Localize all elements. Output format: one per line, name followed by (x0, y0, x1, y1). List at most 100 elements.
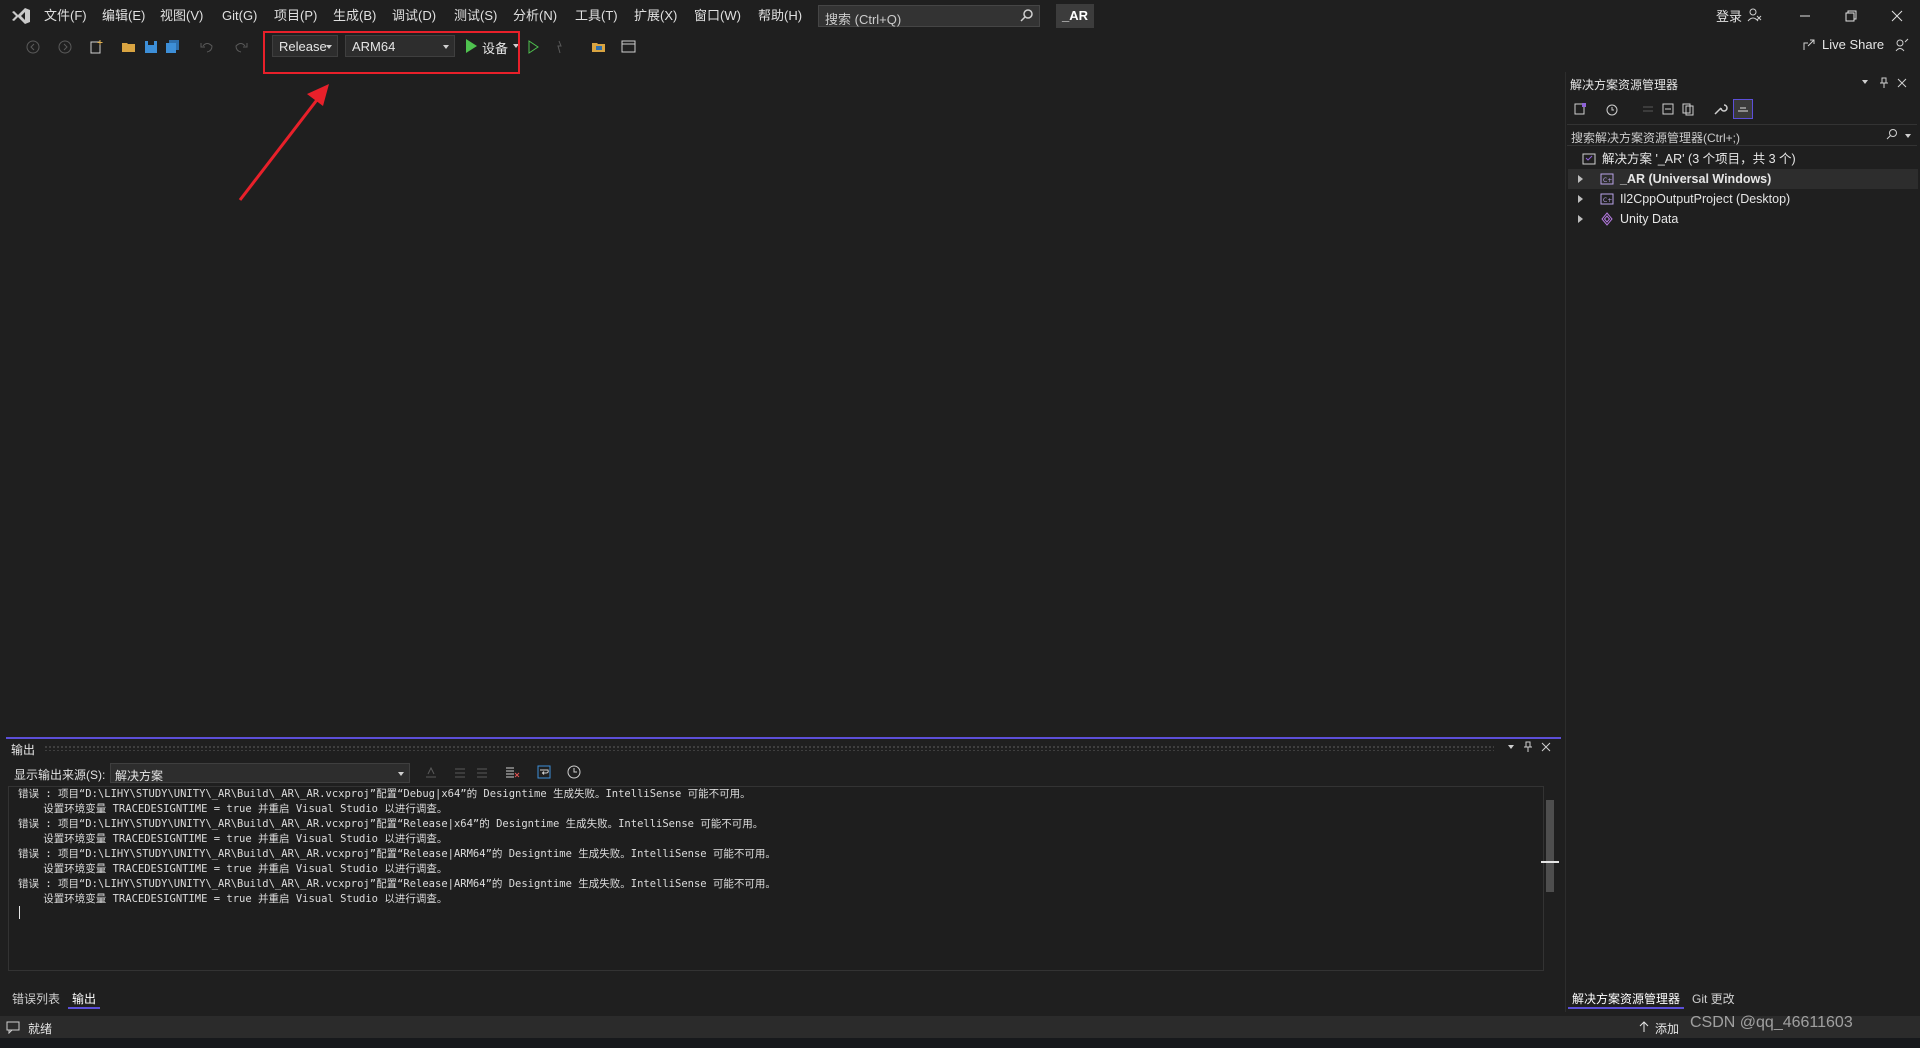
show-all-files-icon[interactable] (1680, 101, 1696, 117)
minimize-icon[interactable] (1782, 0, 1828, 32)
chevron-down-icon[interactable] (1862, 80, 1868, 84)
tab-git-changes[interactable]: Git 更改 (1688, 989, 1739, 1009)
pending-changes-filter-icon[interactable] (1604, 101, 1620, 117)
tab-error-list[interactable]: 错误列表 (8, 989, 64, 1009)
tree-item-il2cpp-project[interactable]: C+ Il2CppOutputProject (Desktop) (1568, 189, 1918, 209)
output-source-value: 解决方案 (115, 769, 164, 783)
solution-name-badge[interactable]: _AR (1056, 4, 1094, 28)
tree-item-unity-data[interactable]: Unity Data (1568, 209, 1918, 229)
output-line: 错误 : 项目“D:\LIHY\STUDY\UNITY\_AR\Build\_A… (18, 848, 776, 860)
menu-item[interactable]: 帮助(H) (756, 0, 804, 32)
output-line: 错误 : 项目“D:\LIHY\STUDY\UNITY\_AR\Build\_A… (18, 788, 751, 800)
output-source-select[interactable]: 解决方案 (110, 763, 410, 783)
watermark: CSDN @qq_46611603 (1690, 1014, 1853, 1031)
pin-icon[interactable] (1522, 741, 1534, 753)
global-search-input[interactable]: 搜索 (Ctrl+Q) (818, 5, 1040, 27)
chevron-down-icon[interactable] (1508, 745, 1514, 749)
live-share-icon[interactable] (1802, 38, 1816, 52)
chevron-right-icon[interactable] (1578, 175, 1583, 183)
properties-wrench-icon[interactable] (1712, 101, 1728, 117)
tree-item-solution-root[interactable]: 解决方案 '_AR' (3 个项目，共 3 个) (1568, 149, 1918, 169)
solution-icon (1582, 153, 1596, 165)
previous-message-icon[interactable] (452, 764, 468, 780)
start-without-debugging-icon[interactable] (524, 38, 542, 56)
restore-icon[interactable] (1828, 0, 1874, 32)
window-layout-icon[interactable] (620, 38, 638, 56)
switch-views-icon[interactable] (1572, 101, 1588, 117)
search-icon[interactable] (1019, 8, 1035, 24)
redo-icon[interactable] (232, 38, 250, 56)
search-icon[interactable] (1885, 128, 1899, 142)
save-all-icon[interactable] (164, 38, 182, 56)
shared-project-icon (1601, 212, 1613, 226)
close-icon[interactable] (1896, 77, 1908, 89)
visual-studio-logo-icon (12, 8, 30, 24)
preview-selected-items-button[interactable] (1733, 99, 1753, 119)
menu-item[interactable]: 项目(P) (272, 0, 319, 32)
tab-solution-explorer[interactable]: 解决方案资源管理器 (1568, 989, 1685, 1009)
feedback-icon[interactable] (1895, 38, 1909, 52)
menu-item[interactable]: 窗口(W) (692, 0, 743, 32)
menu-item[interactable]: 调试(D) (390, 0, 438, 32)
preview-icon (1738, 107, 1748, 112)
menu-item[interactable]: 视图(V) (158, 0, 205, 32)
open-folder-icon[interactable] (120, 38, 138, 56)
cpp-project-icon: C+ (1600, 193, 1614, 205)
arrow-up-icon[interactable] (1637, 1020, 1651, 1034)
new-project-icon[interactable] (88, 38, 106, 56)
navigate-back-icon[interactable] (24, 38, 42, 56)
menu-item[interactable]: Git(G) (220, 0, 259, 32)
chevron-right-icon[interactable] (1578, 215, 1583, 223)
find-message-icon[interactable] (423, 764, 439, 780)
menu-item[interactable]: 文件(F) (42, 0, 89, 32)
output-scroll-thumb[interactable] (1546, 800, 1554, 892)
pin-icon[interactable] (1878, 77, 1890, 89)
panel-drag-handle[interactable] (44, 745, 1494, 751)
taskbar-strip (0, 1038, 1920, 1048)
clear-all-icon[interactable] (504, 764, 520, 780)
login-link[interactable]: 登录 (1716, 6, 1742, 25)
output-line: 设置环境变量 TRACEDESIGNTIME = true 并重启 Visual… (18, 893, 448, 905)
collapse-all-icon[interactable] (1660, 101, 1676, 117)
output-source-label: 显示输出来源(S): (14, 768, 106, 782)
tab-output[interactable]: 输出 (68, 989, 101, 1009)
svg-text:C+: C+ (1603, 177, 1612, 184)
output-line: 设置环境变量 TRACEDESIGNTIME = true 并重启 Visual… (18, 833, 448, 845)
chevron-down-icon[interactable] (1905, 134, 1911, 138)
browse-folder-icon[interactable] (590, 38, 608, 56)
chevron-right-icon[interactable] (1578, 195, 1583, 203)
next-message-icon[interactable] (474, 764, 490, 780)
undo-icon[interactable] (198, 38, 216, 56)
solution-explorer-search-input[interactable]: 搜索解决方案资源管理器(Ctrl+;) (1567, 124, 1917, 146)
timestamp-clock-icon[interactable] (566, 764, 582, 780)
menu-item[interactable]: 测试(S) (452, 0, 499, 32)
save-icon[interactable] (142, 38, 160, 56)
solution-explorer-title: 解决方案资源管理器 (1570, 78, 1679, 92)
menu-item[interactable]: 扩展(X) (632, 0, 679, 32)
output-horizontal-scrollbar[interactable] (8, 971, 1544, 983)
navigate-forward-icon[interactable] (56, 38, 74, 56)
tree-item-label: Unity Data (1620, 212, 1679, 226)
svg-text:C+: C+ (1603, 197, 1612, 204)
live-share-button[interactable]: Live Share (1822, 37, 1884, 52)
configuration-highlight-box (263, 31, 520, 74)
menu-item[interactable]: 编辑(E) (100, 0, 147, 32)
sync-icon[interactable] (1640, 101, 1656, 117)
account-icon[interactable] (1746, 7, 1762, 23)
chevron-down-icon (398, 772, 404, 776)
tree-item-ar-project[interactable]: C+ _AR (Universal Windows) (1568, 169, 1918, 189)
hot-reload-icon[interactable] (550, 38, 568, 56)
menu-item[interactable]: 工具(T) (573, 0, 620, 32)
status-bar (0, 1016, 1920, 1038)
menu-item[interactable]: 生成(B) (331, 0, 378, 32)
notifications-icon[interactable] (6, 1020, 20, 1034)
word-wrap-icon[interactable] (536, 764, 552, 780)
tree-item-label: Il2CppOutputProject (Desktop) (1620, 192, 1791, 206)
close-icon[interactable] (1540, 741, 1552, 753)
close-icon[interactable] (1874, 0, 1920, 32)
menu-item[interactable]: 分析(N) (511, 0, 559, 32)
add-to-source-control-button[interactable]: 添加 (1655, 1020, 1679, 1037)
annotation-arrow-icon (238, 84, 329, 201)
search-placeholder: 搜索 (Ctrl+Q) (825, 12, 902, 27)
output-line: 错误 : 项目“D:\LIHY\STUDY\UNITY\_AR\Build\_A… (18, 878, 776, 890)
